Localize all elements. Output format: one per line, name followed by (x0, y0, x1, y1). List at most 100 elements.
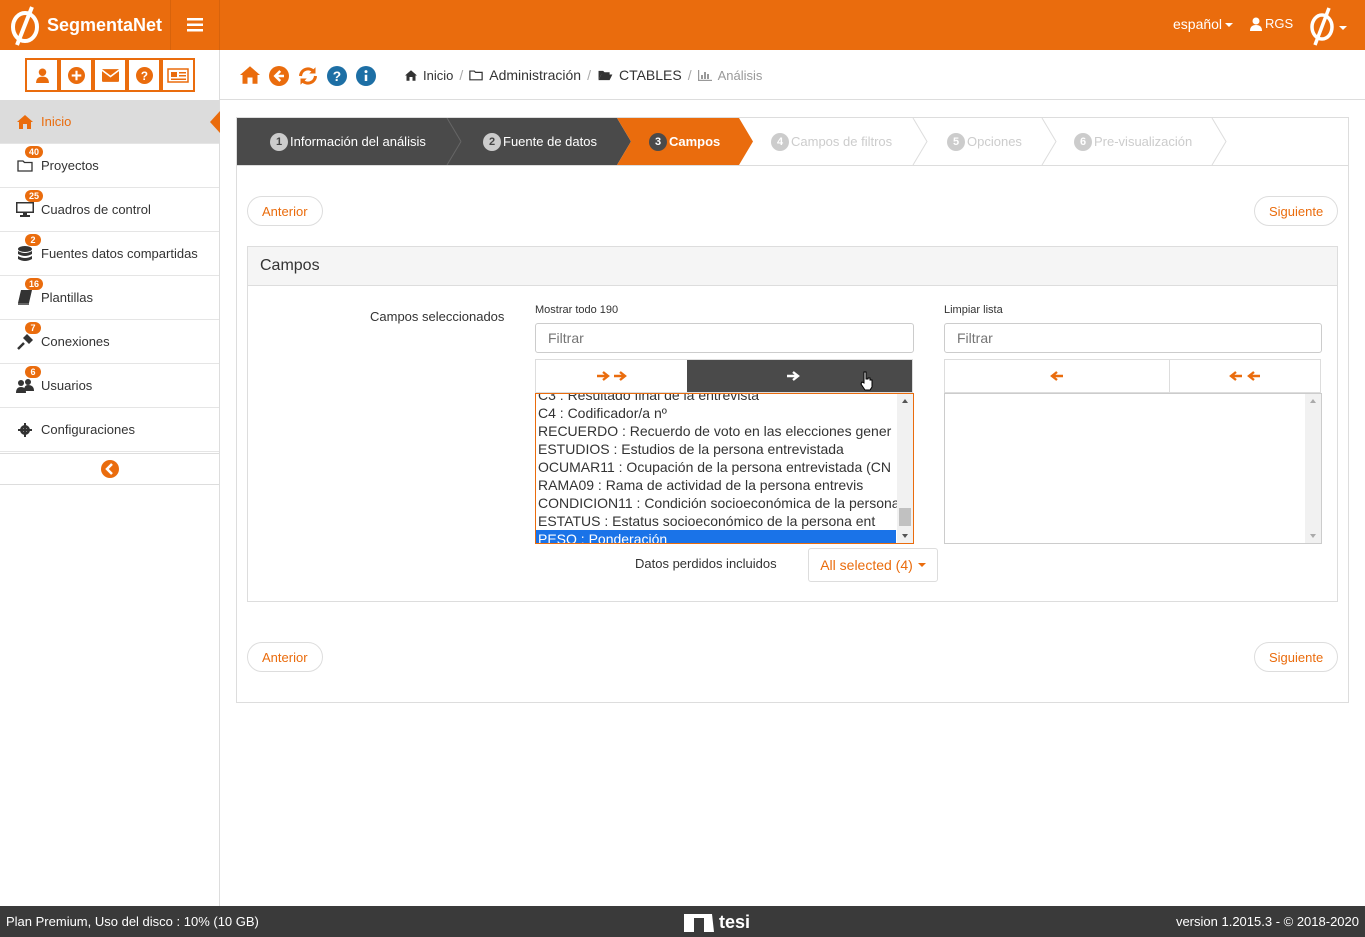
move-all-right-button[interactable] (536, 360, 687, 392)
language-dropdown[interactable]: español (1173, 16, 1234, 32)
user-icon (1250, 17, 1262, 31)
count-badge: 40 (25, 146, 44, 158)
sidebar-item-cuadros[interactable]: 25 Cuadros de control (0, 188, 219, 232)
sidebar-item-fuentes[interactable]: 2 Fuentes datos compartidas (0, 232, 219, 276)
tesi-logo-icon (684, 914, 714, 932)
wizard-step-5[interactable]: 5 Opciones (947, 118, 1022, 165)
selected-fields-label: Campos seleccionados (370, 309, 505, 324)
right-filter-input[interactable] (944, 323, 1322, 353)
wizard-step-4[interactable]: 4 Campos de filtros (771, 118, 892, 165)
info-icon[interactable] (356, 66, 376, 86)
back-icon[interactable] (269, 66, 289, 86)
sidebar-item-label: Configuraciones (41, 422, 135, 437)
user-menu[interactable]: RGS (1250, 16, 1293, 31)
sidebar-item-configuraciones[interactable]: Configuraciones (0, 408, 219, 452)
sidebar-menu: Inicio 40 Proyectos 25 Cuadros de contro… (0, 100, 220, 452)
show-all-link[interactable]: Mostrar todo 190 (535, 304, 618, 316)
caret-down-icon (1225, 23, 1234, 28)
step-number: 4 (771, 132, 789, 151)
step-label: Pre-visualización (1094, 134, 1193, 149)
list-item[interactable]: RECUERDO : Recuerdo de voto en las elecc… (536, 422, 896, 440)
step-label: Fuente de datos (503, 134, 597, 149)
list-item[interactable]: RAMA09 : Rama de actividad de la persona… (536, 476, 896, 494)
list-item-selected[interactable]: PESO : Ponderación (536, 530, 896, 543)
scrollbar[interactable] (897, 394, 913, 543)
breadcrumb-admin[interactable]: Administración (489, 67, 581, 83)
panel-title: Campos (248, 247, 1337, 286)
tesi-brand: tesi (719, 911, 751, 932)
tenant-menu[interactable] (1307, 6, 1347, 49)
clear-list-link[interactable]: Limpiar lista (944, 304, 1003, 316)
count-badge: 2 (25, 234, 41, 246)
footer: Plan Premium, Uso del disco : 10% (10 GB… (0, 906, 1365, 937)
double-arrow-left-icon (1229, 371, 1261, 381)
selected-fields-list[interactable] (944, 393, 1322, 544)
sidebar: ? Inicio 40 Proyectos 25 Cuadros de cont… (0, 50, 220, 906)
scrollbar[interactable] (1305, 394, 1321, 543)
move-selected-right-button[interactable] (687, 360, 912, 392)
list-item[interactable]: C4 : Codificador/a nº (536, 404, 896, 422)
sidebar-item-usuarios[interactable]: 6 Usuarios (0, 364, 219, 408)
top-navbar: SegmentaNet español RGS (0, 0, 1365, 50)
sidebar-item-label: Inicio (41, 114, 72, 129)
missing-data-value: All selected (4) (820, 557, 913, 573)
left-filter-input[interactable] (535, 323, 914, 353)
list-item[interactable]: OCUMAR11 : Ocupación de la persona entre… (536, 458, 896, 476)
scroll-up-icon (902, 399, 908, 403)
sidebar-item-plantillas[interactable]: 16 Plantillas (0, 276, 219, 320)
wizard-step-1[interactable]: 1 Información del análisis (270, 118, 426, 165)
move-selected-left-button[interactable] (945, 360, 1171, 392)
brand[interactable]: SegmentaNet (0, 0, 170, 50)
collapse-sidebar-button[interactable] (0, 453, 219, 485)
help-button[interactable]: ? (127, 58, 161, 92)
home-icon[interactable] (240, 66, 260, 84)
gear-icon (18, 422, 32, 437)
previous-button-bottom[interactable]: Anterior (247, 642, 323, 672)
breadcrumb-separator: / (459, 67, 464, 83)
breadcrumb-home[interactable]: Inicio (423, 68, 453, 83)
breadcrumb-bar: ? Inicio / Administración / CTABLES / An… (220, 50, 1365, 100)
move-all-left-button[interactable] (1170, 360, 1320, 392)
sidebar-item-label: Cuadros de control (41, 202, 151, 217)
user-name: RGS (1265, 16, 1294, 31)
monitor-icon (16, 202, 34, 217)
count-badge: 6 (25, 366, 41, 378)
list-item[interactable]: C3 : Resultado final de la entrevista (536, 394, 896, 404)
right-move-buttons (944, 359, 1321, 393)
page-actions: ? (240, 66, 376, 86)
sidebar-item-proyectos[interactable]: 40 Proyectos (0, 144, 219, 188)
logo-icon (11, 6, 39, 46)
scroll-down-icon (1310, 534, 1316, 538)
logo-icon (1310, 7, 1347, 46)
wizard-step-2[interactable]: 2 Fuente de datos (483, 118, 597, 165)
wizard-step-6[interactable]: 6 Pre-visualización (1074, 118, 1192, 165)
sidebar-item-conexiones[interactable]: 7 Conexiones (0, 320, 219, 364)
available-fields-list[interactable]: C3 : Resultado final de la entrevista C4… (535, 393, 914, 544)
scrollbar-thumb[interactable] (899, 508, 911, 526)
step-number: 6 (1074, 132, 1092, 151)
double-arrow-right-icon (596, 371, 627, 381)
missing-data-dropdown[interactable]: All selected (4) (808, 548, 938, 582)
wizard-step-3[interactable]: 3 Campos (649, 118, 720, 165)
step-number: 5 (947, 132, 965, 151)
home-icon (405, 69, 417, 81)
add-button[interactable] (59, 58, 93, 92)
book-icon (18, 290, 32, 305)
sidebar-item-inicio[interactable]: Inicio (0, 100, 220, 144)
mail-button[interactable] (93, 58, 127, 92)
arrow-left-icon (1050, 371, 1064, 381)
help-icon[interactable]: ? (327, 66, 347, 86)
refresh-icon[interactable] (298, 66, 318, 86)
list-item[interactable]: ESTATUS : Estatus socioeconómico de la p… (536, 512, 896, 530)
list-item[interactable]: CONDICION11 : Condición socioeconómica d… (536, 494, 900, 512)
list-item[interactable]: ESTUDIOS : Estudios de la persona entrev… (536, 440, 896, 458)
news-button[interactable] (161, 58, 195, 92)
profile-button[interactable] (25, 58, 59, 92)
breadcrumb-ctables[interactable]: CTABLES (619, 67, 682, 83)
next-button[interactable]: Siguiente (1254, 196, 1339, 226)
step-label: Campos de filtros (791, 134, 893, 149)
previous-button[interactable]: Anterior (247, 196, 323, 226)
user-icon (35, 68, 49, 83)
next-button-bottom[interactable]: Siguiente (1254, 642, 1339, 672)
menu-toggle-button[interactable] (170, 0, 220, 50)
